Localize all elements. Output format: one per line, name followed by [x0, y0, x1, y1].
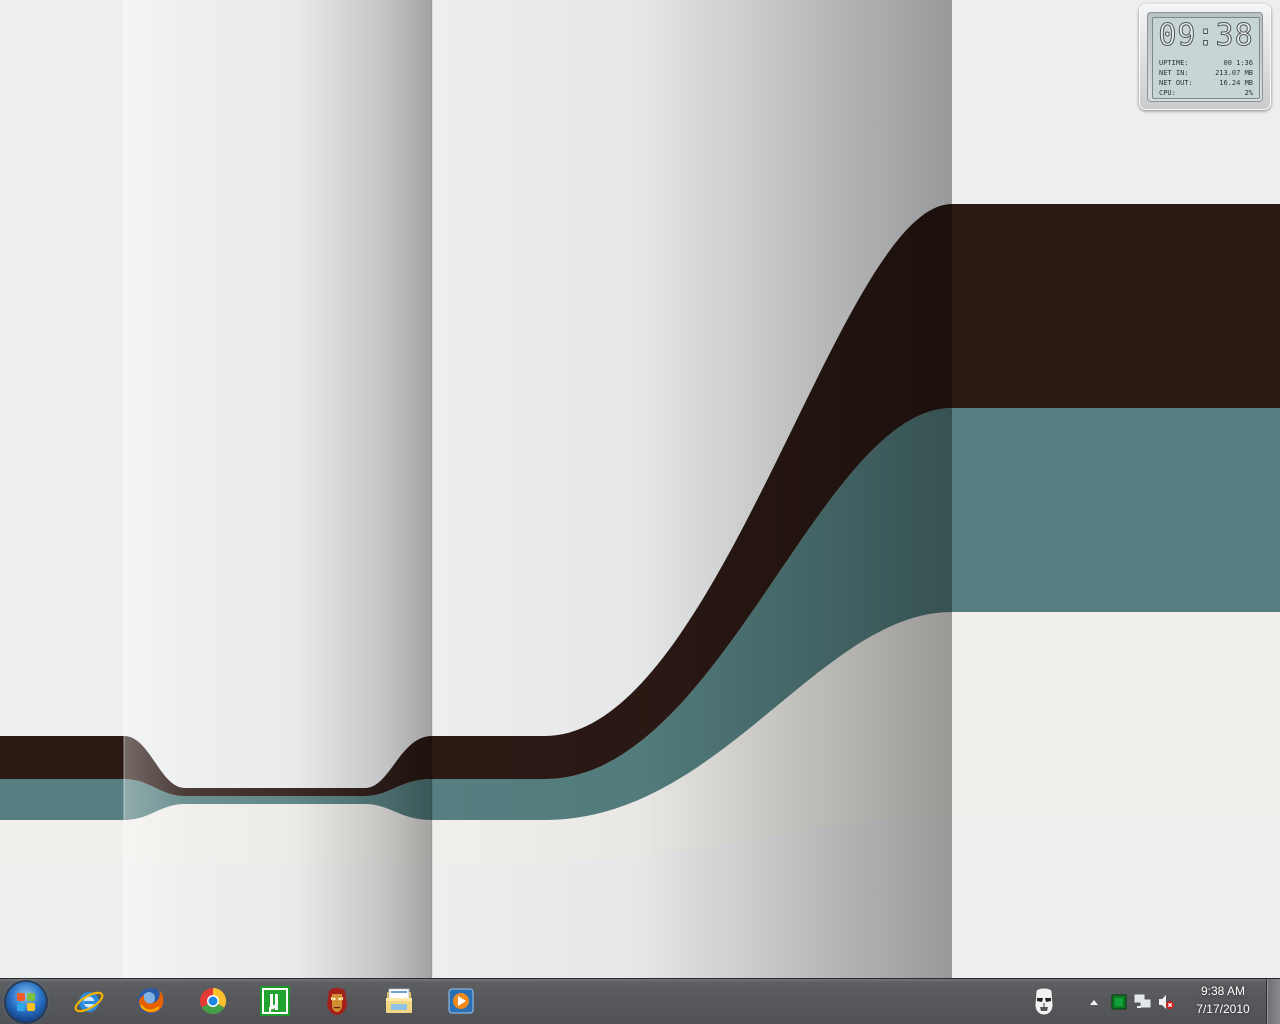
- taskbar-app-media-player[interactable]: [435, 981, 487, 1021]
- gadget-stat-label: UPTIME:: [1159, 59, 1189, 67]
- fold-panel-2: [124, 0, 432, 978]
- ironman-icon: [327, 988, 347, 1015]
- gadget-stat-value: 00 1:36: [1223, 59, 1253, 67]
- gadget-stat-value: 16.24 MB: [1219, 79, 1253, 87]
- gadget-stat-row: UPTIME: 00 1:36: [1159, 59, 1253, 68]
- chrome-icon: [200, 987, 226, 1015]
- green-status-icon[interactable]: [1111, 994, 1127, 1010]
- internet-explorer-icon: [74, 991, 104, 1013]
- gadget-time: 09:38: [1158, 18, 1254, 53]
- taskbar-app-utorrent[interactable]: [249, 981, 301, 1021]
- taskbar-app-internet-explorer[interactable]: [63, 981, 115, 1021]
- tray-clock[interactable]: 9:38 AM 7/17/2010: [1188, 982, 1258, 1018]
- stormtrooper-icon: [1034, 987, 1054, 1016]
- taskbar-app-firefox[interactable]: [125, 981, 177, 1021]
- gadget-stat-label: NET IN:: [1159, 69, 1189, 77]
- show-hidden-icons-arrow[interactable]: [1089, 998, 1099, 1006]
- firefox-icon: [138, 988, 164, 1014]
- start-button[interactable]: [6, 982, 46, 1022]
- taskbar-app-chrome[interactable]: [187, 981, 239, 1021]
- gadget-stat-row: NET OUT: 16.24 MB: [1159, 79, 1253, 88]
- gadget-stat-label: NET OUT:: [1159, 79, 1193, 87]
- tray-time: 9:38 AM: [1200, 984, 1246, 998]
- utorrent-icon: [260, 986, 290, 1016]
- gadget-stat-value: 2%: [1244, 89, 1253, 97]
- taskbar: 9:38 AM 7/17/2010: [0, 978, 1280, 1024]
- volume-muted-icon[interactable]: [1157, 994, 1175, 1010]
- wallpaper-graphic: [0, 0, 1280, 978]
- gadget-stat-row: CPU: 2%: [1159, 89, 1253, 98]
- windows-logo-icon: [17, 993, 35, 1011]
- tray-date: 7/17/2010: [1196, 1002, 1250, 1016]
- file-explorer-icon: [386, 988, 412, 1013]
- fold-panel-3: [432, 0, 952, 978]
- taskbar-app-ironman[interactable]: [311, 981, 363, 1021]
- gadget-stat-label: CPU:: [1159, 89, 1176, 97]
- gadget-stat-row: NET IN: 213.07 MB: [1159, 69, 1253, 78]
- gadget-lcd: 09:38 UPTIME: 00 1:36 NET IN: 213.07 MB …: [1152, 17, 1260, 99]
- gadget-stat-value: 213.07 MB: [1215, 69, 1253, 77]
- taskbar-app-windows-explorer[interactable]: [373, 981, 425, 1021]
- clock-gadget[interactable]: 09:38 UPTIME: 00 1:36 NET IN: 213.07 MB …: [1139, 4, 1271, 110]
- show-desktop-button[interactable]: [1266, 979, 1280, 1024]
- tray-app-stormtrooper[interactable]: [1018, 981, 1070, 1021]
- media-player-icon: [448, 988, 474, 1014]
- network-icon[interactable]: [1134, 994, 1152, 1010]
- desktop-wallpaper: [0, 0, 1280, 978]
- gadget-frame: 09:38 UPTIME: 00 1:36 NET IN: 213.07 MB …: [1147, 12, 1263, 102]
